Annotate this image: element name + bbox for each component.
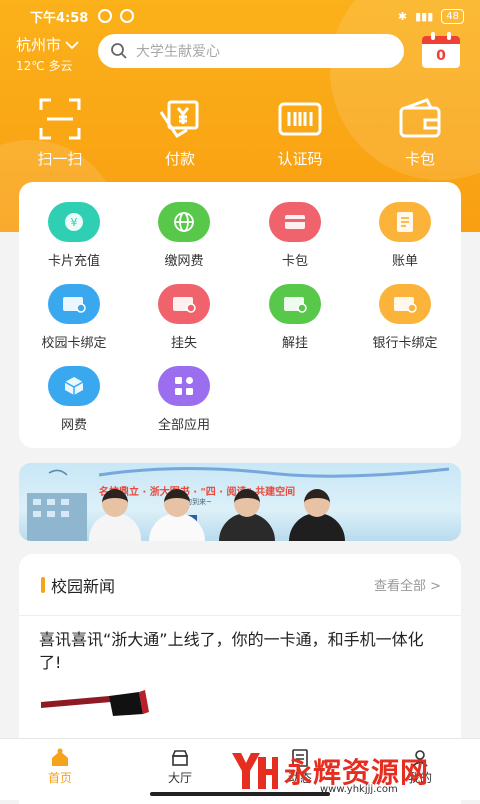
app-label: 全部应用: [157, 418, 210, 433]
quick-actions: 扫一扫 付款 认证码 卡包: [0, 96, 480, 169]
app-bank-card-bind[interactable]: 银行卡绑定: [350, 284, 460, 351]
app-label: 网费: [60, 418, 87, 433]
app-net-fee[interactable]: 网费: [19, 366, 129, 433]
barcode-icon: [278, 102, 322, 136]
nfc-icon: [98, 9, 113, 23]
watermark-url: www.yhkjjj.com: [320, 784, 398, 795]
hall-icon: [171, 750, 189, 766]
section-accent-bar: [41, 576, 45, 593]
card-pack-button[interactable]: 卡包: [360, 96, 480, 169]
app-label: 挂失: [170, 336, 197, 351]
tab-hall[interactable]: 大厅: [120, 739, 240, 800]
report-loss-icon: [158, 284, 210, 324]
globe-icon: [158, 202, 210, 242]
search-input[interactable]: 大学生献爱心: [98, 34, 404, 68]
app-net-payment[interactable]: 缴网费: [129, 202, 239, 269]
banner-headline: 名校鼎立 · 浙大图书 · "四 · 阅读" 共建空间: [99, 487, 296, 498]
app-card-wallet[interactable]: 卡包: [240, 202, 350, 269]
auth-code-button[interactable]: 认证码: [240, 96, 360, 169]
app-report-loss[interactable]: 挂失: [129, 284, 239, 351]
app-all-apps[interactable]: 全部应用: [129, 366, 239, 433]
payment-icon: [159, 100, 199, 139]
bluetooth-icon: ✱: [397, 9, 408, 23]
campus-card-bind-icon: [48, 284, 100, 324]
app-label: 账单: [391, 254, 418, 269]
location-selector[interactable]: 杭州市 12℃ 多云: [16, 34, 79, 74]
status-time: 下午4:58: [30, 10, 89, 26]
news-header: 校园新闻 查看全部 >: [19, 554, 461, 616]
home-icon: [52, 748, 68, 766]
search-icon: [111, 43, 127, 59]
calendar-value: 0: [436, 48, 446, 64]
app-label: 解挂: [281, 336, 308, 351]
signal-icon: ▮▮▮: [415, 9, 434, 23]
app-label: 卡片充值: [47, 254, 100, 269]
app-label: 卡包: [281, 254, 308, 269]
bank-card-bind-icon: [379, 284, 431, 324]
site-watermark: 永辉资源网 www.yhkjjj.com: [228, 744, 476, 798]
all-apps-icon: [158, 366, 210, 406]
news-title: 校园新闻: [51, 576, 116, 596]
svg-text:¥: ¥: [71, 216, 78, 229]
weather-text: 12℃ 多云: [16, 59, 73, 73]
news-item[interactable]: 喜讯喜讯“浙大通”上线了，你的一卡通，和手机一体化了!: [19, 616, 461, 730]
card-pack-label: 卡包: [404, 150, 435, 168]
net-fee-icon: [48, 366, 100, 406]
payment-label: 付款: [164, 150, 195, 168]
app-card-recharge[interactable]: ¥ 卡片充值: [19, 202, 129, 269]
auth-code-label: 认证码: [277, 150, 323, 168]
alarm-icon: [120, 9, 135, 23]
scan-button[interactable]: 扫一扫: [0, 96, 120, 169]
scan-icon: [39, 98, 81, 140]
app-grid: ¥ 卡片充值 缴网费 卡包 账单 校园卡绑定 挂失 解挂 银行卡绑定 网费 全部…: [19, 182, 461, 448]
app-label: 缴网费: [164, 254, 204, 269]
city-name: 杭州市: [16, 36, 62, 54]
tab-hall-label: 大厅: [167, 771, 192, 785]
news-item-title: 喜讯喜讯“浙大通”上线了，你的一卡通，和手机一体化了!: [39, 630, 424, 672]
watermark-logo-icon: [232, 753, 278, 789]
tab-home[interactable]: 首页: [0, 739, 120, 800]
calendar-icon[interactable]: 0: [422, 32, 460, 68]
app-label: 银行卡绑定: [372, 336, 438, 351]
status-bar: 下午4:58 ✱ ▮▮▮ 48: [0, 0, 480, 32]
unfreeze-icon: [269, 284, 321, 324]
payment-button[interactable]: 付款: [120, 96, 240, 169]
home-indicator: [150, 792, 330, 796]
search-placeholder: 大学生献爱心: [136, 44, 220, 60]
bill-icon: [379, 202, 431, 242]
promo-banner[interactable]: 名校鼎立 · 浙大图书 · "四 · 阅读" 共建空间 期待你的到来~: [19, 463, 461, 541]
app-bill[interactable]: 账单: [350, 202, 460, 269]
app-campus-card-bind[interactable]: 校园卡绑定: [19, 284, 129, 351]
app-unfreeze[interactable]: 解挂: [240, 284, 350, 351]
app-label: 校园卡绑定: [41, 336, 107, 351]
card-recharge-icon: ¥: [48, 202, 100, 242]
view-all-link[interactable]: 查看全部 >: [374, 575, 441, 594]
card-wallet-icon: [269, 202, 321, 242]
tab-home-label: 首页: [47, 771, 72, 785]
chevron-down-icon: [65, 40, 79, 49]
scan-label: 扫一扫: [37, 150, 83, 168]
news-item-thumbnail: [41, 690, 149, 716]
wallet-icon: [399, 98, 441, 138]
battery-icon: 48: [441, 8, 464, 24]
